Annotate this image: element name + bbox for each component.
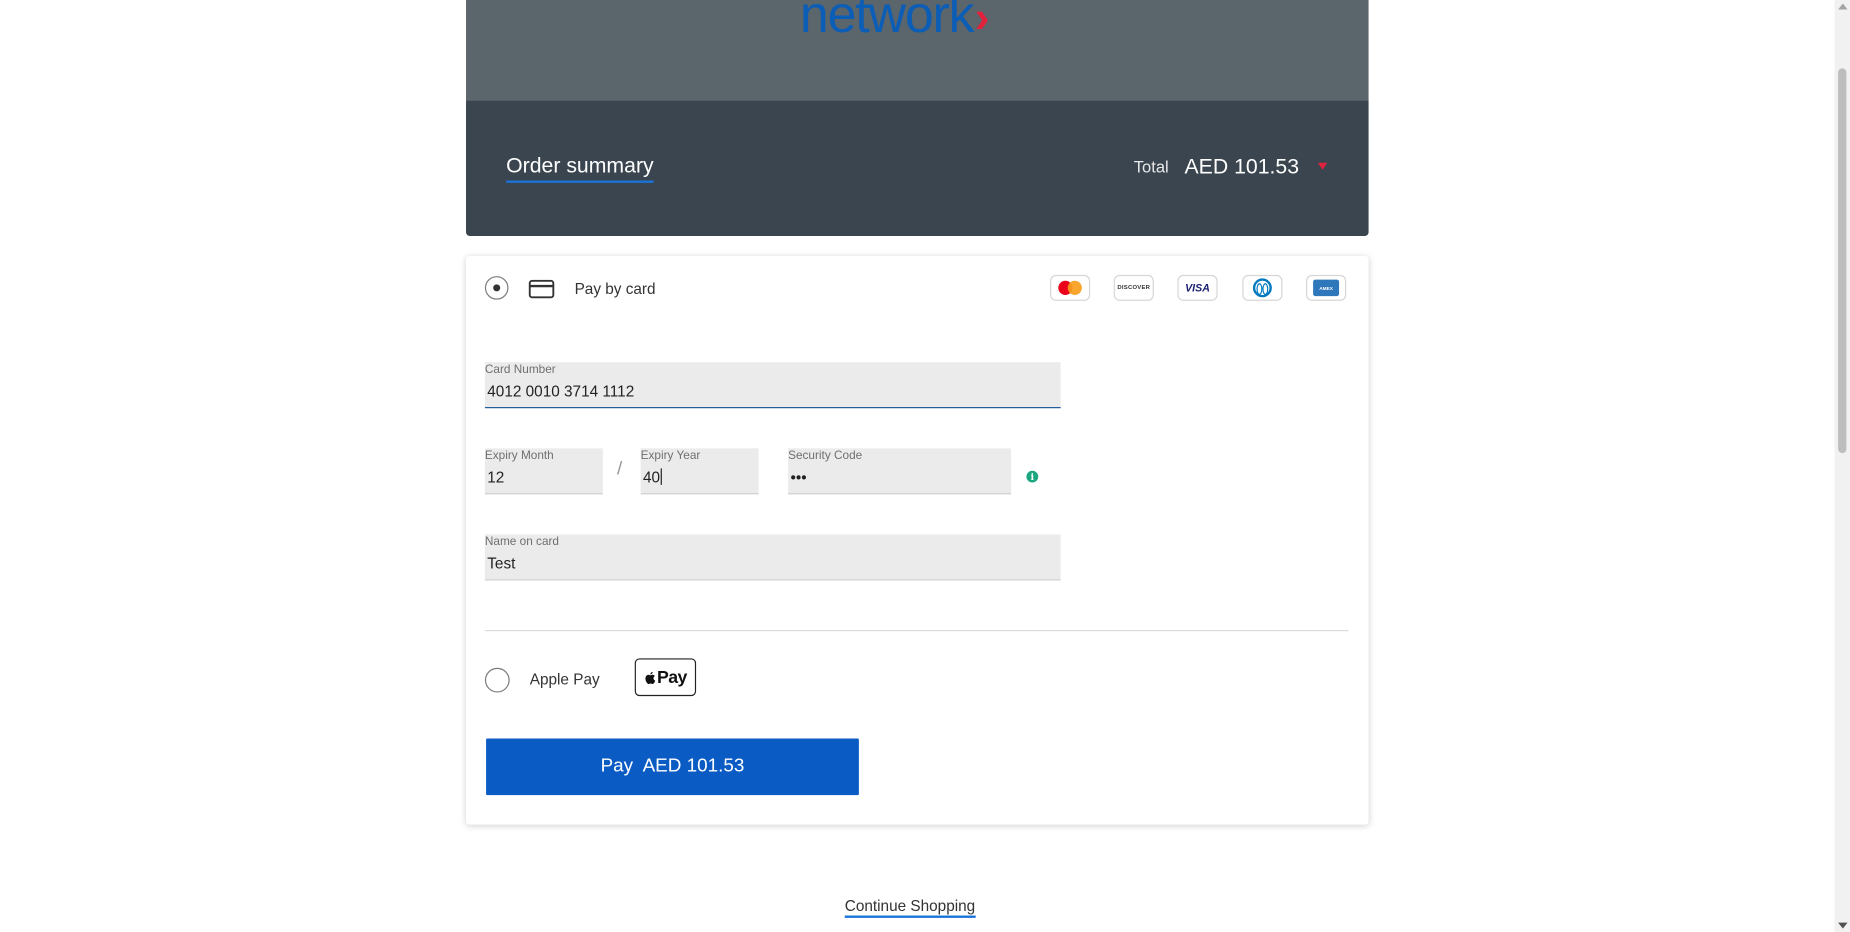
- card-number-field[interactable]: Card Number 4012 0010 3714 1112: [484, 362, 1061, 409]
- scroll-up-arrow-icon[interactable]: [1838, 3, 1848, 10]
- apple-logo-icon: [645, 671, 656, 684]
- order-summary-bar[interactable]: Order summary Total AED 101.53: [466, 100, 1369, 236]
- info-icon[interactable]: i: [1026, 470, 1039, 483]
- text-cursor: [661, 468, 663, 485]
- expiry-separator: /: [617, 458, 623, 479]
- scroll-thumb[interactable]: [1838, 68, 1847, 454]
- pay-button-prefix: Pay: [600, 756, 634, 777]
- caret-down-icon[interactable]: [1317, 162, 1328, 170]
- card-number-label: Card Number: [484, 363, 556, 377]
- order-summary-title[interactable]: Order summary: [506, 153, 654, 183]
- total-label: Total: [1133, 156, 1169, 176]
- name-on-card-value[interactable]: Test: [487, 555, 515, 573]
- brand-header: network ›: [466, 0, 1369, 101]
- apple-pay-badge-text: Pay: [657, 667, 687, 688]
- security-code-field[interactable]: Security Code •••: [788, 448, 1012, 495]
- discover-icon: DISCOVER: [1113, 274, 1154, 301]
- expiry-year-value[interactable]: 40: [642, 468, 663, 487]
- security-code-label: Security Code: [788, 449, 863, 463]
- security-code-value[interactable]: •••: [790, 468, 806, 486]
- mastercard-icon: [1050, 274, 1091, 301]
- pay-button-amount: AED 101.53: [642, 756, 745, 777]
- expiry-month-field[interactable]: Expiry Month 12: [484, 448, 603, 495]
- pay-button[interactable]: Pay AED 101.53: [486, 738, 859, 796]
- expiry-month-label: Expiry Month: [484, 449, 554, 463]
- name-on-card-field[interactable]: Name on card Test: [484, 534, 1061, 581]
- amex-icon: AMEX: [1306, 274, 1347, 301]
- expiry-year-field[interactable]: Expiry Year 40: [640, 448, 759, 495]
- network-logo: network ›: [799, 0, 990, 45]
- name-on-card-label: Name on card: [484, 535, 560, 549]
- logo-chevron-icon: ›: [974, 0, 990, 43]
- visa-icon: VISA: [1177, 274, 1218, 301]
- pay-by-card-label[interactable]: Pay by card: [575, 280, 656, 298]
- scroll-down-arrow-icon[interactable]: [1838, 922, 1848, 929]
- apple-pay-badge[interactable]: Pay: [634, 658, 697, 697]
- logo-text: network: [799, 0, 975, 44]
- expiry-year-text: 40: [642, 468, 661, 487]
- diners-club-icon: [1242, 274, 1283, 301]
- scrollbar[interactable]: [1834, 0, 1850, 932]
- pay-by-card-radio[interactable]: [484, 276, 509, 300]
- expiry-year-label: Expiry Year: [640, 449, 701, 463]
- credit-card-icon: [528, 279, 555, 299]
- expiry-month-value[interactable]: 12: [487, 468, 504, 486]
- total-amount: AED 101.53: [1184, 154, 1300, 179]
- payment-card: Pay by card DISCOVER VISA AMEX Card Numb…: [466, 256, 1369, 825]
- continue-shopping-link[interactable]: Continue Shopping: [844, 897, 976, 918]
- card-number-value[interactable]: 4012 0010 3714 1112: [487, 382, 634, 400]
- apple-pay-label[interactable]: Apple Pay: [530, 670, 600, 688]
- divider: [484, 630, 1349, 632]
- apple-pay-radio[interactable]: [484, 667, 510, 693]
